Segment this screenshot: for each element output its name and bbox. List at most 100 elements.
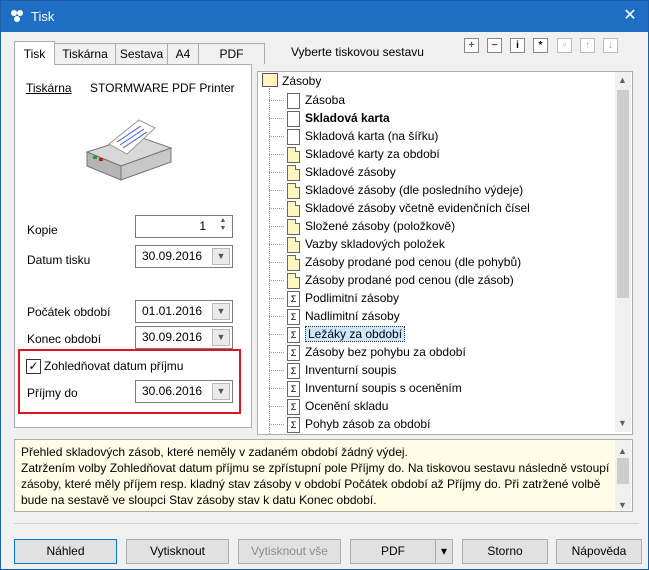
tree-connector	[269, 226, 284, 227]
scroll-up-icon[interactable]: ▲	[618, 75, 627, 85]
period-end-field[interactable]: 30.09.2016 ▼	[135, 326, 233, 349]
report-icon	[287, 273, 300, 289]
tree-item[interactable]: Zásoby prodané pod cenou (dle pohybů)	[305, 253, 521, 271]
report-icon	[287, 201, 300, 217]
tree-item[interactable]: Skladová karta (na šířku)	[305, 127, 438, 145]
copies-input[interactable]: 1 ▲ ▼	[135, 215, 233, 238]
sigma-report-icon: Σ	[287, 399, 300, 415]
tree-root[interactable]: Zásoby	[262, 72, 321, 90]
receipt-date-label[interactable]: Zohledňovat datum příjmu	[44, 359, 183, 373]
tree-item-label: Nadlimitní zásoby	[305, 309, 400, 323]
down-icon[interactable]: ↓	[603, 38, 618, 53]
tree-connector	[269, 262, 284, 263]
report-icon	[287, 219, 300, 235]
scroll-thumb[interactable]	[617, 90, 629, 298]
tree-item[interactable]: Skladová karta	[305, 109, 390, 127]
tree-item[interactable]: Inventurní soupis s oceněním	[305, 379, 462, 397]
tree-item-label: Skladové zásoby	[305, 165, 396, 179]
tree-item-label: Složené zásoby (položkově)	[305, 219, 456, 233]
printer-name: STORMWARE PDF Printer	[90, 81, 235, 95]
printer-link[interactable]: Tiskárna	[26, 81, 72, 95]
tree-item[interactable]: Zásoba	[305, 91, 345, 109]
tree-item[interactable]: Skladové zásoby (dle posledního výdeje)	[305, 181, 523, 199]
chevron-down-icon[interactable]: ▼	[212, 383, 230, 400]
add-icon[interactable]: +	[464, 38, 479, 53]
divider	[14, 523, 639, 524]
scroll-thumb[interactable]	[617, 458, 629, 484]
tree-item[interactable]: Inventurní soupis	[305, 361, 396, 379]
tree-connector	[269, 316, 284, 317]
print-date-field[interactable]: 30.09.2016 ▼	[135, 245, 233, 268]
print-all-button[interactable]: Vytisknout vše	[238, 539, 341, 564]
tree-scrollbar[interactable]: ▲ ▼	[615, 72, 631, 432]
chevron-down-icon[interactable]: ▼	[212, 303, 230, 320]
print-dialog: Tisk ✕ Tisk Tiskárna Sestava A4 PDF Tisk…	[0, 0, 649, 570]
print-date-label: Datum tisku	[27, 253, 91, 267]
tree-item[interactable]: Vazby skladových položek	[305, 235, 445, 253]
tree-item[interactable]: Skladové zásoby včetně evidenčních čísel	[305, 199, 530, 217]
receipt-date-checkbox[interactable]: ✓	[26, 359, 41, 374]
info-icon[interactable]: i	[510, 38, 525, 53]
tree-connector	[269, 406, 284, 407]
description-box: Přehled skladových zásob, které neměly v…	[14, 439, 633, 512]
scroll-down-icon[interactable]: ▼	[618, 497, 627, 513]
remove-icon[interactable]: −	[487, 38, 502, 53]
up-icon[interactable]: ↑	[580, 38, 595, 53]
title-bar: Tisk ✕	[1, 1, 648, 32]
period-end-label: Konec období	[27, 332, 102, 346]
pdf-button[interactable]: PDF	[350, 539, 436, 564]
tree-connector	[269, 370, 284, 371]
tree-item[interactable]: Ocenění skladu	[305, 397, 388, 415]
tree-item-label: Ležáky za období	[305, 326, 406, 342]
close-icon[interactable]: ✕	[617, 5, 643, 27]
copy-icon[interactable]: ▫	[557, 38, 572, 53]
tree-item-label: Zásoby bez pohybu za období	[305, 345, 466, 359]
tree-item[interactable]: Nadlimitní zásoby	[305, 307, 400, 325]
description-line: Přehled skladových zásob, které neměly v…	[21, 445, 408, 459]
spinner-icon[interactable]: ▲ ▼	[216, 217, 230, 234]
pdf-dropdown-icon[interactable]: ▾	[435, 539, 453, 564]
tab-tisk[interactable]: Tisk	[14, 41, 55, 65]
chevron-down-icon[interactable]: ▼	[212, 329, 230, 346]
receipts-to-field[interactable]: 30.06.2016 ▼	[135, 380, 233, 403]
tree-item[interactable]: Zásoby prodané pod cenou (dle zásob)	[305, 271, 514, 289]
tree-item[interactable]: Složené zásoby (položkově)	[305, 217, 455, 235]
report-icon	[287, 147, 300, 163]
sigma-report-icon: Σ	[287, 345, 300, 361]
tree-item[interactable]: Zásoby bez pohybu za období	[305, 343, 466, 361]
tree-item[interactable]: Podlimitní zásoby	[305, 289, 399, 307]
sigma-report-icon: Σ	[287, 381, 300, 397]
chevron-down-icon[interactable]: ▼	[212, 248, 230, 265]
tab-a4[interactable]: A4	[167, 43, 199, 64]
document-icon	[287, 111, 300, 127]
tree-item-label: Inventurní soupis	[305, 363, 397, 377]
description-scrollbar[interactable]: ▲ ▼	[615, 440, 631, 510]
tree-item[interactable]: Ležáky za období	[305, 325, 406, 343]
tree-connector	[269, 100, 284, 101]
tab-sestava[interactable]: Sestava	[115, 43, 168, 64]
star-icon[interactable]: *	[533, 38, 548, 53]
tree-item-label: Zásoby prodané pod cenou (dle zásob)	[305, 273, 514, 287]
preview-button[interactable]: Náhled	[14, 539, 117, 564]
sigma-report-icon: Σ	[287, 363, 300, 379]
cancel-button[interactable]: Storno	[462, 539, 548, 564]
tree-item[interactable]: Skladové karty za období	[305, 145, 440, 163]
period-start-field[interactable]: 01.01.2016 ▼	[135, 300, 233, 323]
tree-connector	[269, 424, 284, 425]
scroll-up-icon[interactable]: ▲	[618, 443, 627, 459]
app-icon	[11, 10, 23, 22]
tree-item[interactable]: Pohyb zásob za období	[305, 415, 430, 433]
tab-pdf[interactable]: PDF	[198, 43, 265, 64]
report-icon	[287, 165, 300, 181]
tab-tiskarna[interactable]: Tiskárna	[54, 43, 116, 64]
tree-item[interactable]: Skladové zásoby	[305, 163, 396, 181]
tree-connector	[269, 244, 284, 245]
window-title: Tisk	[31, 9, 55, 24]
report-icon	[287, 237, 300, 253]
tree-item-label: Inventurní soupis s oceněním	[305, 381, 462, 395]
print-button[interactable]: Vytisknout	[126, 539, 229, 564]
tree-connector	[269, 172, 284, 173]
scroll-down-icon[interactable]: ▼	[618, 418, 627, 428]
help-button[interactable]: Nápověda	[556, 539, 642, 564]
period-start-label: Počátek období	[27, 305, 111, 319]
